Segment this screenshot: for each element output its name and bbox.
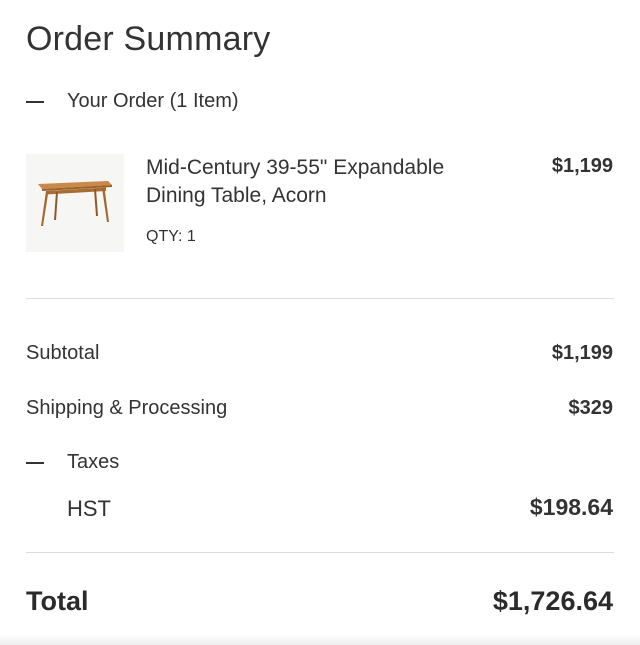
- subtotal-label: Subtotal: [26, 342, 100, 364]
- page-title: Order Summary: [26, 20, 271, 58]
- dining-table-image: [26, 154, 124, 252]
- product-name[interactable]: Mid-Century 39-55" Expandable Dining Tab…: [146, 154, 486, 210]
- shipping-value: $329: [568, 397, 614, 419]
- product-price: $1,199: [551, 155, 613, 177]
- hst-label: HST: [67, 496, 111, 521]
- product-thumbnail[interactable]: [26, 154, 124, 252]
- total-label: Total: [26, 586, 89, 616]
- taxes-toggle[interactable]: Taxes: [26, 451, 119, 474]
- total-value: $1,726.64: [492, 586, 613, 616]
- subtotal-value: $1,199: [551, 342, 613, 364]
- divider: [26, 552, 614, 553]
- hst-value: $198.64: [529, 494, 613, 520]
- your-order-toggle[interactable]: Your Order (1 Item): [26, 90, 239, 113]
- divider: [26, 298, 614, 299]
- collapse-icon: [26, 100, 44, 103]
- product-quantity: QTY: 1: [146, 228, 196, 245]
- your-order-label: Your Order (1 Item): [67, 90, 239, 112]
- bottom-edge-shadow: [0, 635, 640, 645]
- shipping-label: Shipping & Processing: [26, 397, 228, 419]
- taxes-label: Taxes: [67, 451, 120, 473]
- collapse-icon: [26, 461, 44, 464]
